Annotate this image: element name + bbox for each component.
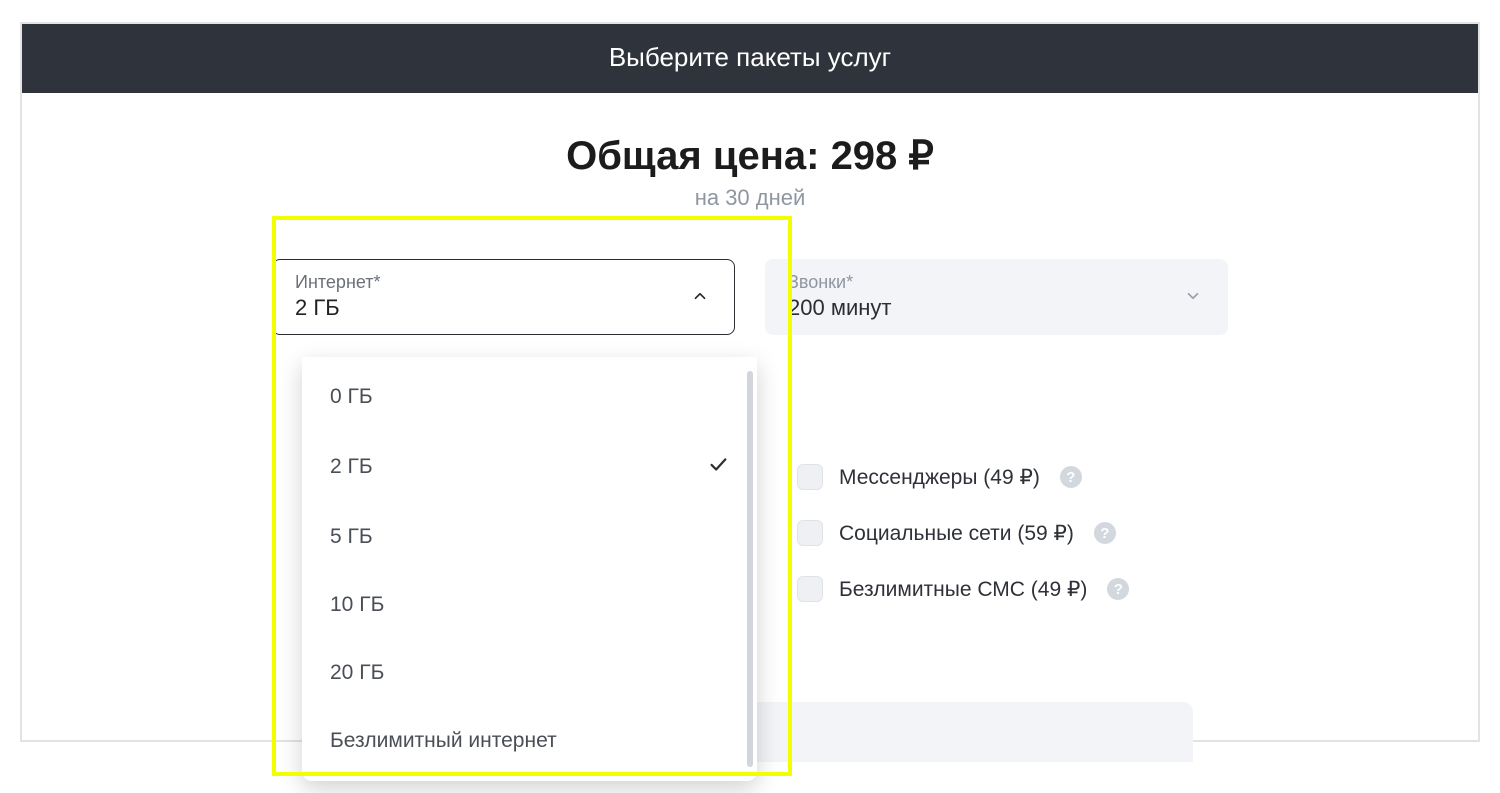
price-period: на 30 дней xyxy=(272,185,1228,211)
calls-select[interactable]: Звонки* 200 минут xyxy=(765,259,1228,335)
tariff-configurator-frame: Выберите пакеты услуг Общая цена: 298 ₽ … xyxy=(20,22,1480,742)
chevron-down-icon xyxy=(1181,284,1205,308)
help-icon[interactable]: ? xyxy=(1060,466,1082,488)
internet-select[interactable]: Интернет* 2 ГБ xyxy=(272,259,735,335)
header-bar: Выберите пакеты услуг xyxy=(22,24,1478,93)
option-label: 10 ГБ xyxy=(330,593,384,617)
option-label: Безлимитный интернет xyxy=(330,729,557,753)
addon-row-sms: Безлимитные СМС (49 ₽) ? xyxy=(797,576,1237,602)
option-label: 5 ГБ xyxy=(330,525,373,549)
internet-select-value: 2 ГБ xyxy=(295,295,688,321)
addon-checkbox[interactable] xyxy=(797,576,823,602)
check-icon xyxy=(707,453,729,481)
addon-label: Социальные сети (59 ₽) xyxy=(839,521,1074,546)
addon-checkbox[interactable] xyxy=(797,520,823,546)
content-area: Общая цена: 298 ₽ на 30 дней Интернет* 2… xyxy=(22,93,1478,335)
option-label: 2 ГБ xyxy=(330,455,373,479)
dropdown-option-10gb[interactable]: 10 ГБ xyxy=(302,571,757,639)
option-label: 20 ГБ xyxy=(330,661,384,685)
dropdown-option-20gb[interactable]: 20 ГБ xyxy=(302,639,757,707)
addon-label: Мессенджеры (49 ₽) xyxy=(839,465,1040,490)
help-icon[interactable]: ? xyxy=(1107,578,1129,600)
internet-select-label: Интернет* xyxy=(295,272,688,293)
dropdown-option-unlimited[interactable]: Безлимитный интернет xyxy=(302,707,757,775)
addon-row-social: Социальные сети (59 ₽) ? xyxy=(797,520,1237,546)
addons-list: Мессенджеры (49 ₽) ? Социальные сети (59… xyxy=(797,464,1237,632)
internet-dropdown[interactable]: 0 ГБ 2 ГБ 5 ГБ 10 ГБ 20 ГБ Безлимитный и… xyxy=(302,357,757,781)
dropdown-option-5gb[interactable]: 5 ГБ xyxy=(302,503,757,571)
calls-select-value: 200 минут xyxy=(788,295,1181,321)
dropdown-option-2gb[interactable]: 2 ГБ xyxy=(302,431,757,503)
dropdown-scrollbar[interactable] xyxy=(747,371,753,767)
option-label: 0 ГБ xyxy=(330,385,373,409)
help-icon[interactable]: ? xyxy=(1094,522,1116,544)
selects-row: Интернет* 2 ГБ Звонки* 200 минут xyxy=(272,259,1228,335)
total-price: Общая цена: 298 ₽ xyxy=(272,133,1228,179)
addon-checkbox[interactable] xyxy=(797,464,823,490)
addon-label: Безлимитные СМС (49 ₽) xyxy=(839,577,1087,602)
total-price-label: Общая цена: xyxy=(566,134,819,178)
addon-row-messengers: Мессенджеры (49 ₽) ? xyxy=(797,464,1237,490)
header-title: Выберите пакеты услуг xyxy=(609,42,891,72)
chevron-up-icon xyxy=(688,284,712,308)
calls-select-label: Звонки* xyxy=(788,272,1181,293)
dropdown-option-0gb[interactable]: 0 ГБ xyxy=(302,363,757,431)
total-price-value: 298 ₽ xyxy=(831,134,934,178)
